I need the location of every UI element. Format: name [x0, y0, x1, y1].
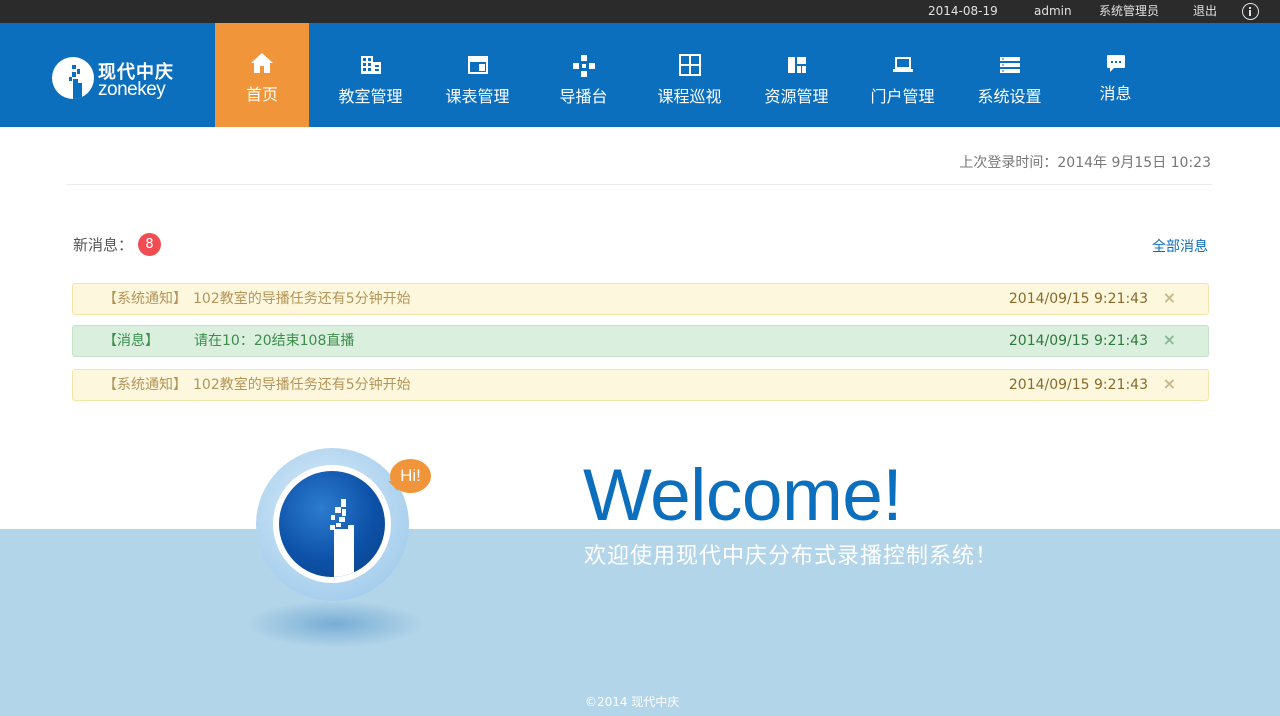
logo-text-en: zonekey	[98, 79, 166, 100]
nav-item-portal[interactable]: 门户管理	[849, 23, 956, 127]
message-tag: 【消息】	[103, 333, 159, 349]
message-row[interactable]: 【消息】 请在10：20结束108直播 2014/09/15 9:21:43 ×	[72, 325, 1209, 357]
gamepad-icon	[572, 55, 595, 77]
layout-icon	[787, 57, 806, 73]
copyright-text: ©2014 现代中庆	[585, 695, 680, 709]
message-row[interactable]: 【系统通知】 102教室的导播任务还有5分钟开始 2014/09/15 9:21…	[72, 369, 1209, 401]
chat-icon	[1106, 55, 1125, 72]
home-icon	[251, 53, 273, 73]
nav-item-messages[interactable]: 消息	[1062, 23, 1169, 127]
close-icon[interactable]: ×	[1163, 332, 1176, 348]
logout-link[interactable]: 退出	[1193, 4, 1217, 19]
user-role: 系统管理员	[1099, 4, 1160, 18]
server-icon	[999, 57, 1020, 73]
logo[interactable]: 现代中庆 zonekey	[52, 57, 182, 101]
welcome-subtitle: 欢迎使用现代中庆分布式录播控制系统！	[584, 544, 999, 569]
welcome-title: Welcome!	[583, 455, 903, 536]
window-icon	[467, 56, 488, 74]
nav-item-resources[interactable]: 资源管理	[743, 23, 850, 127]
nav-item-home[interactable]: 首页	[215, 23, 309, 127]
message-tag: 【系统通知】	[103, 291, 187, 307]
logo-mark-icon	[52, 57, 94, 99]
current-date: 2014-08-19	[928, 4, 998, 18]
message-text: 102教室的导播任务还有5分钟开始	[193, 377, 411, 393]
divider	[66, 184, 1212, 185]
nav-label: 资源管理	[764, 87, 829, 106]
nav-label: 首页	[245, 85, 278, 104]
nav-item-course-inspection[interactable]: 课程巡视	[636, 23, 743, 127]
nav-label: 教室管理	[338, 87, 403, 106]
message-row[interactable]: 【系统通知】 102教室的导播任务还有5分钟开始 2014/09/15 9:21…	[72, 283, 1209, 315]
main-navbar: 现代中庆 zonekey 首页 教室管理 课表管理 导播台 课程巡视 资源管理 …	[0, 23, 1280, 127]
top-status-bar: 2014-08-19 admin 系统管理员 退出	[0, 0, 1280, 23]
message-text: 102教室的导播任务还有5分钟开始	[193, 291, 411, 307]
info-icon[interactable]	[1242, 3, 1259, 20]
new-messages-label: 新消息：	[73, 236, 134, 254]
nav-item-classroom[interactable]: 教室管理	[317, 23, 424, 127]
last-login-time: 上次登录时间：2014年 9月15日 10:23	[959, 155, 1211, 171]
hi-speech-bubble: Hi!	[390, 459, 431, 493]
close-icon[interactable]: ×	[1163, 376, 1176, 392]
nav-item-director[interactable]: 导播台	[530, 23, 637, 127]
nav-item-settings[interactable]: 系统设置	[956, 23, 1063, 127]
laptop-icon	[892, 57, 913, 72]
nav-item-schedule[interactable]: 课表管理	[424, 23, 531, 127]
nav-label: 消息	[1099, 84, 1132, 103]
message-time: 2014/09/15 9:21:43	[1008, 333, 1148, 349]
nav-label: 导播台	[559, 87, 608, 106]
hero-logo-icon	[279, 471, 385, 577]
username[interactable]: admin	[1034, 4, 1072, 19]
hero-shadow	[245, 600, 425, 648]
grid-icon	[678, 54, 701, 76]
message-tag: 【系统通知】	[103, 377, 187, 393]
nav-label: 课程巡视	[657, 87, 722, 106]
message-text: 请在10：20结束108直播	[194, 333, 355, 349]
message-time: 2014/09/15 9:21:43	[1008, 377, 1148, 393]
all-messages-link[interactable]: 全部消息	[1152, 236, 1208, 256]
close-icon[interactable]: ×	[1163, 290, 1176, 306]
nav-label: 门户管理	[870, 87, 935, 106]
new-messages-count-badge: 8	[138, 233, 161, 256]
message-time: 2014/09/15 9:21:43	[1008, 291, 1148, 307]
nav-label: 课表管理	[445, 87, 510, 106]
building-icon	[360, 56, 381, 74]
nav-label: 系统设置	[977, 87, 1042, 106]
